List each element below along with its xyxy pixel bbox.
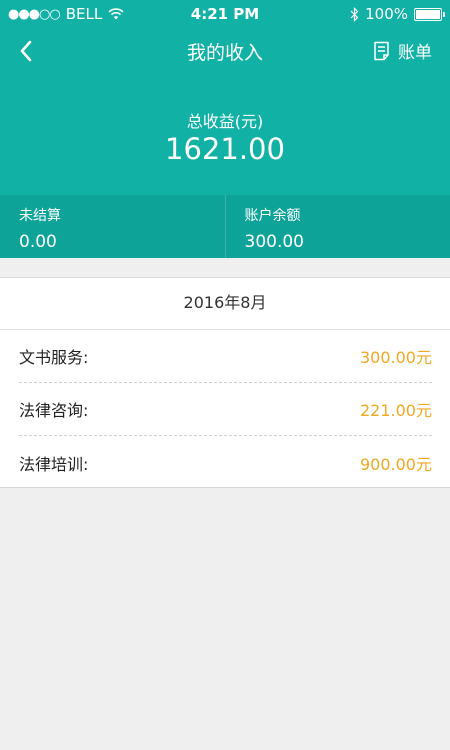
income-amount: 900.00元 (360, 454, 432, 474)
summary-bar: 未结算 0.00 账户余额 300.00 (0, 195, 450, 258)
income-category: 法律培训: (19, 454, 89, 474)
balance-value: 300.00 (244, 232, 304, 252)
unsettled-label: 未结算 (19, 208, 61, 224)
balance-cell: 账户余额 300.00 (224, 195, 450, 258)
income-card: 2016年8月 文书服务: 300.00元 法律咨询: 221.00元 法律培训… (0, 277, 450, 488)
month-heading: 2016年8月 (0, 278, 450, 330)
battery-percent: 100% (365, 5, 408, 23)
total-earnings-label: 总收益(元) (186, 112, 264, 131)
nav-bar: 我的收入 账单 (0, 28, 450, 74)
income-amount: 300.00元 (360, 348, 432, 367)
income-row: 法律咨询: 221.00元 (19, 383, 432, 436)
status-right: 100% (350, 5, 445, 23)
income-category: 法律咨询: (19, 401, 89, 420)
bill-button[interactable]: 账单 (373, 38, 432, 63)
battery-icon (414, 7, 445, 21)
bill-icon (374, 41, 389, 60)
bill-label: 账单 (398, 43, 432, 63)
income-row: 法律培训: 900.00元 (19, 436, 432, 489)
bluetooth-icon (350, 6, 359, 22)
total-earnings-value: 1621.00 (165, 132, 285, 166)
status-bar: ●●●○○ BELL 4:21 PM 100% (0, 0, 450, 28)
unsettled-value: 0.00 (19, 232, 57, 252)
balance-label: 账户余额 (244, 208, 301, 224)
income-row: 文书服务: 300.00元 (19, 330, 432, 383)
unsettled-cell: 未结算 0.00 (0, 195, 225, 258)
header: ●●●○○ BELL 4:21 PM 100% 我的收入 账单 总收益(元) 1… (0, 0, 450, 258)
income-category: 文书服务: (19, 348, 89, 367)
income-amount: 221.00元 (360, 401, 432, 420)
